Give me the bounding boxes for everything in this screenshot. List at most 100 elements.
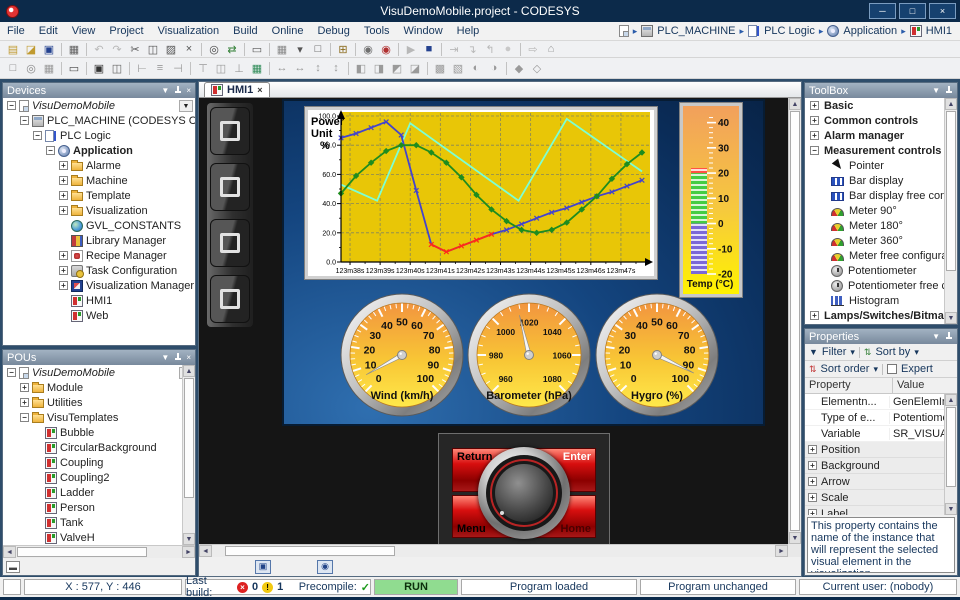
- toolbox-item-meter-180[interactable]: Meter 180°: [805, 218, 944, 233]
- toolbox-category-lamps-switches-bitmaps[interactable]: +Lamps/Switches/Bitmaps: [805, 308, 944, 323]
- expand-icon[interactable]: +: [20, 383, 29, 392]
- toolbox-category-basic[interactable]: +Basic: [805, 98, 944, 113]
- wind-gauge[interactable]: 0102030405060708090100Wind (km/h): [339, 292, 465, 418]
- minimize-button[interactable]: ─: [869, 3, 896, 19]
- align-top-icon[interactable]: ⊤: [194, 61, 212, 76]
- same-size-icon[interactable]: ◩: [388, 61, 406, 76]
- property-value[interactable]: SR_VISUALIZATI...: [889, 428, 944, 440]
- space-vertical-inc-icon[interactable]: ↕: [327, 61, 345, 76]
- toolbox-item-meter-free-configurable[interactable]: Meter free configurable: [805, 248, 944, 263]
- device-combo-dropdown-icon[interactable]: ▼: [179, 100, 193, 112]
- copy-icon[interactable]: ◫: [144, 42, 162, 57]
- visualization-canvas[interactable]: 0.020.040.060.080.0100.0123m38s123m39s12…: [199, 98, 788, 544]
- save-icon[interactable]: ▣: [40, 42, 58, 57]
- space-horizontal-inc-icon[interactable]: ↔: [291, 61, 309, 76]
- expand-icon[interactable]: +: [808, 493, 817, 502]
- expand-icon[interactable]: +: [59, 161, 68, 170]
- pous-item-utilities[interactable]: +Utilities: [3, 395, 195, 410]
- toolbox-category-alarm-manager[interactable]: +Alarm manager: [805, 128, 944, 143]
- tab-hmi1[interactable]: HMI1 ×: [204, 82, 270, 97]
- hmi-nav-button-2[interactable]: [210, 163, 250, 211]
- close-icon[interactable]: ×: [186, 353, 191, 362]
- hmi-nav-button-1[interactable]: [210, 107, 250, 155]
- logout-icon[interactable]: ◉: [377, 42, 395, 57]
- bring-front-icon[interactable]: ◐: [467, 61, 485, 76]
- expert-checkbox[interactable]: [887, 364, 897, 374]
- devices-item-visualization-manager[interactable]: +Visualization Manager: [3, 278, 195, 293]
- collapse-icon[interactable]: −: [46, 146, 55, 155]
- property-value[interactable]: Potentiometer: [889, 412, 944, 424]
- pin-icon[interactable]: [174, 352, 182, 363]
- devices-item-application[interactable]: −Application: [3, 143, 195, 158]
- devices-item-task-configuration[interactable]: +Task Configuration: [3, 263, 195, 278]
- menu-online[interactable]: Online: [265, 25, 311, 37]
- scrollbar-thumb[interactable]: [184, 378, 194, 498]
- scroll-down-icon[interactable]: ▼: [789, 532, 801, 544]
- panel-dropdown-icon[interactable]: ▼: [932, 332, 940, 341]
- column-header-value[interactable]: Value: [893, 378, 957, 393]
- property-group-arrow[interactable]: +Arrow: [805, 474, 944, 490]
- undo-icon[interactable]: ↶: [90, 42, 108, 57]
- send-back-icon[interactable]: ◑: [485, 61, 503, 76]
- expand-icon[interactable]: +: [20, 398, 29, 407]
- expand-icon[interactable]: +: [810, 101, 819, 110]
- align-left-icon[interactable]: ⊢: [133, 61, 151, 76]
- devices-item-visualization[interactable]: +Visualization: [3, 203, 195, 218]
- align-bottom-icon[interactable]: ⊥: [230, 61, 248, 76]
- devices-item-alarme[interactable]: +Alarme: [3, 158, 195, 173]
- replace-icon[interactable]: ⇄: [223, 42, 241, 57]
- toolbox-item-pointer[interactable]: Pointer: [805, 158, 944, 173]
- expand-icon[interactable]: +: [59, 206, 68, 215]
- rotary-knob[interactable]: [478, 447, 570, 539]
- expand-icon[interactable]: +: [59, 191, 68, 200]
- property-row-type-of-e[interactable]: Type of e...Potentiometer: [805, 410, 944, 426]
- pous-item-tank[interactable]: Tank: [3, 515, 195, 530]
- login-icon[interactable]: ◉: [359, 42, 377, 57]
- collapse-icon[interactable]: −: [20, 413, 29, 422]
- tab-close-icon[interactable]: ×: [257, 85, 262, 95]
- open-file-icon[interactable]: ◪: [22, 42, 40, 57]
- anchor-free-icon[interactable]: ◇: [528, 61, 546, 76]
- devices-item-plc-logic[interactable]: −PLC Logic: [3, 128, 195, 143]
- scroll-right-icon[interactable]: ►: [182, 546, 195, 558]
- space-horizontal-icon[interactable]: ↔: [273, 61, 291, 76]
- devices-item-machine[interactable]: +Machine: [3, 173, 195, 188]
- align-right-icon[interactable]: ⊣: [169, 61, 187, 76]
- devices-item-visudemomobile[interactable]: −VisuDemoMobile▼: [3, 98, 195, 113]
- find-icon[interactable]: ◎: [205, 42, 223, 57]
- property-group-scale[interactable]: +Scale: [805, 490, 944, 506]
- collapse-icon[interactable]: −: [33, 131, 42, 140]
- pous-item-ladder[interactable]: Ladder: [3, 485, 195, 500]
- step-into-icon[interactable]: ↴: [463, 42, 481, 57]
- pous-horizontal-scrollbar[interactable]: ◄ ►: [3, 545, 195, 558]
- property-row-variable[interactable]: VariableSR_VISUALIZATI...: [805, 426, 944, 442]
- breadcrumb-item-plc-logic[interactable]: PLC Logic: [764, 25, 815, 37]
- collapse-icon[interactable]: −: [810, 146, 819, 155]
- trend-chart-frame[interactable]: 0.020.040.060.080.0100.0123m38s123m39s12…: [305, 107, 657, 279]
- menu-help[interactable]: Help: [450, 25, 487, 37]
- flow-control-icon[interactable]: ⇨: [524, 42, 542, 57]
- collapse-icon[interactable]: −: [7, 101, 16, 110]
- editor-vertical-scrollbar[interactable]: ▲ ▼: [788, 98, 801, 544]
- devices-item-recipe-manager[interactable]: +Recipe Manager: [3, 248, 195, 263]
- property-row-elementn[interactable]: Elementn...GenElemInst_50: [805, 394, 944, 410]
- space-vertical-icon[interactable]: ↕: [309, 61, 327, 76]
- menu-build[interactable]: Build: [226, 25, 264, 37]
- hmi-nav-button-3[interactable]: [210, 219, 250, 267]
- stop-icon[interactable]: ■: [420, 42, 438, 57]
- property-group-label[interactable]: +Label: [805, 506, 944, 515]
- panel-dropdown-icon[interactable]: ▼: [161, 86, 169, 95]
- chevron-down-icon[interactable]: ▾: [850, 347, 855, 358]
- scroll-down-icon[interactable]: ▼: [945, 312, 957, 324]
- same-height-icon[interactable]: ◨: [370, 61, 388, 76]
- breadcrumb-item-plc-machine[interactable]: PLC_MACHINE: [657, 25, 735, 37]
- pous-item-visudemomobile[interactable]: −VisuDemoMobile▼: [3, 365, 195, 380]
- pous-item-bubble[interactable]: Bubble: [3, 425, 195, 440]
- toolbox-item-histogram[interactable]: Histogram: [805, 293, 944, 308]
- toolbox-category-measurement-controls[interactable]: −Measurement controls: [805, 143, 944, 158]
- hmi-screen[interactable]: 0.020.040.060.080.0100.0123m38s123m39s12…: [282, 99, 765, 426]
- maximize-button[interactable]: □: [899, 3, 926, 19]
- scrollbar-thumb[interactable]: [946, 111, 956, 271]
- scroll-up-icon[interactable]: ▲: [945, 98, 957, 110]
- expand-icon[interactable]: +: [808, 445, 817, 454]
